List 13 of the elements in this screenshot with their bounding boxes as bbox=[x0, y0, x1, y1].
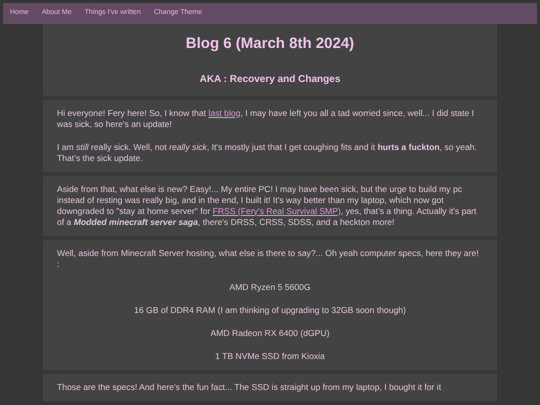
blog-subtitle: AKA : Recovery and Changes bbox=[200, 72, 340, 86]
paragraph: Aside from that, what else is new? Easy!... My entire PC! I may have been sick, but the urge to build my pc instead of resting was really big, and in the end, I built it! It's way better than my laptop, which now got downgraded to "stay at home server" for FRSS (Fery's Real Survival SMP), yes, that's a thing. Actually it's part of a Modded minecraft server saga, there's DRSS, CRSS, SDSS, and a heckton more! bbox=[57, 184, 478, 228]
paragraph: Hi everyone! Fery here! So, I know that last blog, I may have left you all a tad worried since, well... I did state I was sick, so here's an update! bbox=[57, 108, 476, 130]
spec-line: AMD Radeon RX 6400 (dGPU) bbox=[210, 328, 330, 338]
paragraph: Well, aside from Minecraft Server hosting, what else is there to say?... Oh yeah computer specs, here they are! : bbox=[57, 248, 480, 270]
spec-line: 1 TB NVMe SSD from Kioxia bbox=[214, 350, 326, 362]
paragraph: I am still really sick. Well, not really sick, It's mostly just that I get coughing fits and it hurts a fuckton, so yeah. That's the sick update. bbox=[57, 142, 478, 164]
spec-line: 16 GB of DDR4 RAM (I am thinking of upgrading to 32GB soon though) bbox=[133, 304, 407, 316]
spec-line: AMD Ryzen 5 5600G bbox=[228, 282, 312, 292]
paragraph: Those are the specs! And here's the fun fact... The SSD is straight up from my laptop, I bought it for it bbox=[57, 382, 442, 392]
inline-link[interactable]: last blog bbox=[208, 108, 240, 118]
blog-title: Blog 6 (March 8th 2024) bbox=[186, 34, 354, 54]
inline-link[interactable]: FRSS (Fery's Real Survival SMP) bbox=[212, 206, 341, 216]
